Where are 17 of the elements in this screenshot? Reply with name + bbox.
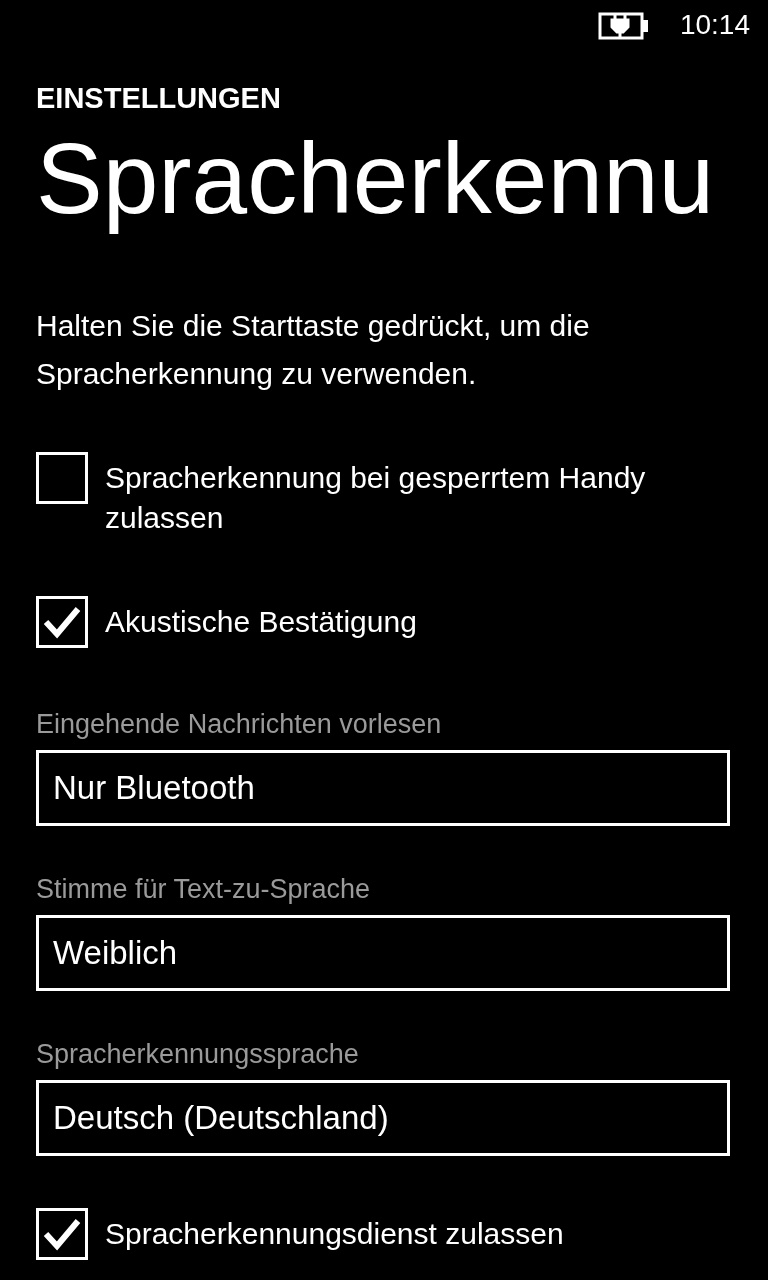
section-title: EINSTELLUNGEN bbox=[36, 81, 281, 116]
checkbox[interactable] bbox=[36, 596, 88, 648]
picker-label: Stimme für Text-zu-Sprache bbox=[36, 873, 371, 906]
checkbox-label: Spracherkennungsdienst zulassen bbox=[105, 1216, 564, 1252]
dropdown-picker[interactable]: Nur Bluetooth bbox=[36, 750, 730, 826]
picker-label: Spracherkennungssprache bbox=[36, 1038, 359, 1071]
page-title: Spracherkennu bbox=[36, 121, 715, 236]
checkbox[interactable] bbox=[36, 1208, 88, 1260]
battery-charging-icon bbox=[597, 10, 650, 40]
clock-time: 10:14 bbox=[679, 8, 750, 42]
dropdown-picker[interactable]: Weiblich bbox=[36, 915, 730, 991]
checkbox-label: Spracherkennung bei gesperrtem Handy zulassen bbox=[105, 460, 647, 536]
checkbox[interactable] bbox=[36, 452, 88, 504]
description-text: Halten Sie die Starttaste gedrückt, um die Spracherkennung zu verwenden. bbox=[36, 308, 591, 392]
checkbox-label: Akustische Bestätigung bbox=[105, 604, 417, 640]
dropdown-picker[interactable]: Deutsch (Deutschland) bbox=[36, 1080, 730, 1156]
picker-label: Eingehende Nachrichten vorlesen bbox=[36, 708, 442, 741]
